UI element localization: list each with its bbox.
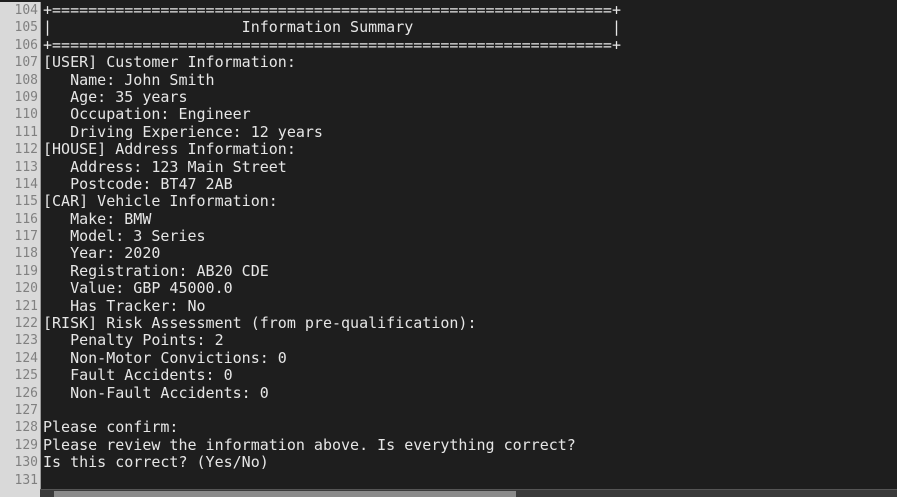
output-line: [USER] Customer Information: — [43, 53, 296, 72]
line-number: 110 — [14, 107, 38, 123]
line-number: 105 — [14, 20, 38, 36]
line-number: 106 — [14, 37, 38, 53]
line-number: 104 — [14, 3, 38, 18]
output-line: Has Tracker: No — [43, 296, 206, 315]
output-line: | Information Summary | — [43, 18, 621, 37]
output-line: Name: John Smith — [43, 70, 215, 89]
output-line: +=======================================… — [43, 2, 621, 19]
output-line: [CAR] Vehicle Information: — [43, 192, 278, 211]
line-number: 116 — [14, 211, 38, 227]
output-line: Registration: AB20 CDE — [43, 261, 269, 280]
output-line: Fault Accidents: 0 — [43, 366, 233, 385]
output-line: Address: 123 Main Street — [43, 157, 287, 176]
scrollbar-thumb[interactable] — [54, 491, 516, 497]
line-number: 130 — [14, 455, 38, 471]
line-number: 126 — [14, 385, 38, 401]
output-line: Value: GBP 45000.0 — [43, 279, 233, 298]
line-number: 124 — [14, 350, 38, 366]
output-line: Driving Experience: 12 years — [43, 122, 323, 141]
line-number: 111 — [14, 124, 38, 140]
horizontal-scrollbar[interactable] — [40, 489, 897, 497]
line-number: 127 — [14, 402, 38, 418]
output-line: +=======================================… — [43, 35, 621, 54]
line-number-gutter: 104 105 106 107 108 109 110 111 112 113 114 115 116 1… — [0, 2, 41, 489]
line-number: 123 — [14, 333, 38, 349]
output-line: Please confirm: — [43, 418, 179, 437]
terminal-output[interactable]: +=======================================… — [43, 2, 897, 489]
line-number: 118 — [14, 246, 38, 262]
output-line: Non-Motor Convictions: 0 — [43, 348, 287, 367]
output-line: Occupation: Engineer — [43, 105, 251, 124]
output-line: [HOUSE] Address Information: — [43, 140, 296, 159]
output-line: Year: 2020 — [43, 244, 161, 263]
output-line: Non-Fault Accidents: 0 — [43, 383, 269, 402]
line-number: 128 — [14, 420, 38, 436]
line-number: 114 — [14, 176, 38, 192]
output-line: Make: BMW — [43, 209, 152, 228]
line-number: 107 — [14, 55, 38, 71]
line-number: 109 — [14, 89, 38, 105]
output-line: [RISK] Risk Assessment (from pre-qualifi… — [43, 314, 477, 333]
terminal-window[interactable]: 104 105 106 107 108 109 110 111 112 113 114 115 116 1… — [0, 0, 897, 497]
line-number: 119 — [14, 263, 38, 279]
output-line: Model: 3 Series — [43, 227, 206, 246]
line-number: 108 — [14, 72, 38, 88]
line-number: 129 — [14, 437, 38, 453]
gutter-footer — [0, 489, 41, 497]
line-number: 117 — [14, 229, 38, 245]
line-number: 122 — [14, 316, 38, 332]
line-number: 113 — [14, 159, 38, 175]
line-number: 120 — [14, 281, 38, 297]
output-line: Age: 35 years — [43, 87, 188, 106]
output-line: Please review the information above. Is … — [43, 435, 576, 454]
line-number: 121 — [14, 298, 38, 314]
line-number: 125 — [14, 368, 38, 384]
output-line: Is this correct? (Yes/No) — [43, 453, 269, 472]
output-line: Penalty Points: 2 — [43, 331, 224, 350]
line-number: 112 — [14, 142, 38, 158]
output-line: Postcode: BT47 2AB — [43, 174, 233, 193]
line-number: 115 — [14, 194, 38, 210]
line-number: 131 — [14, 472, 38, 488]
